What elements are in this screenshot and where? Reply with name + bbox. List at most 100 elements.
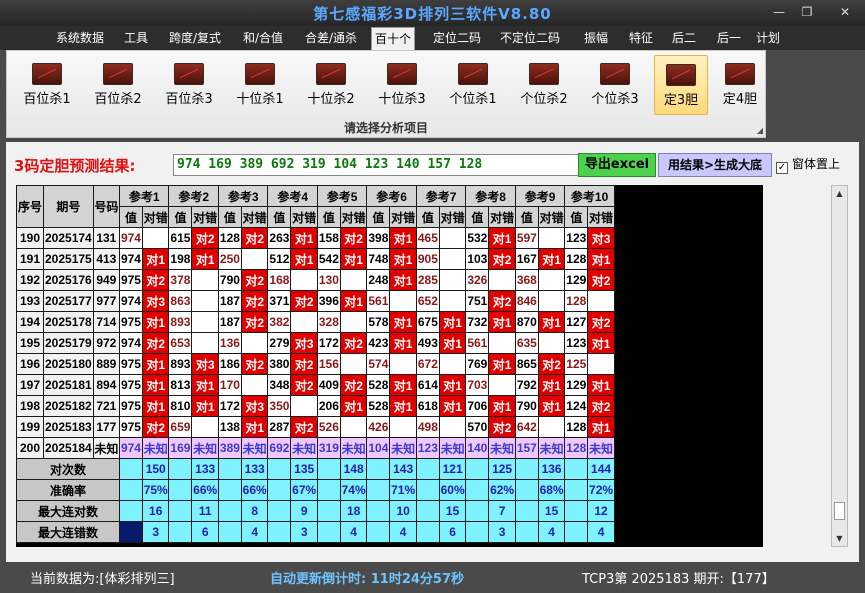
hit-result-cell: 对2	[240, 227, 269, 249]
menu-item[interactable]: 系统数据	[52, 28, 108, 48]
hit-result-cell: 对1	[438, 374, 467, 396]
ribbon-button[interactable]: 个位杀1	[441, 55, 505, 115]
hit-result-cell: 对1	[537, 311, 566, 333]
value-subheader: 值	[316, 206, 341, 228]
ribbon-caption: 请选择分析项目	[343, 121, 428, 135]
table-row[interactable]: 199 2025183 177 975 对2 659 138 对1 287 对2 526 426 498…	[16, 416, 763, 438]
row-period: 2025183	[42, 416, 94, 438]
stats-value: 71%	[389, 479, 417, 501]
hit-result-cell	[191, 290, 219, 312]
predicted-value-cell: 528	[366, 374, 391, 396]
ribbon-expand-icon[interactable]: ◢	[757, 126, 763, 135]
menu-item[interactable]: 百十个	[371, 27, 415, 50]
scroll-down-icon[interactable]: ▼	[832, 531, 847, 546]
menu-item[interactable]: 后二	[664, 28, 704, 48]
minimize-button[interactable]: —	[766, 5, 792, 19]
menu-item[interactable]: 后一	[709, 28, 749, 48]
ribbon-button[interactable]: 百位杀3	[157, 55, 221, 115]
ribbon-button-label: 个位杀2	[520, 92, 568, 107]
ribbon-button[interactable]: 十位杀2	[299, 55, 363, 115]
generate-base-button[interactable]: 用结果>生成大底	[658, 153, 772, 177]
menu-item[interactable]: 振幅	[576, 28, 616, 48]
ribbon-button[interactable]: 个位杀2	[512, 55, 576, 115]
stats-spacer-cell	[366, 458, 391, 480]
predicted-value-cell: 975	[118, 353, 143, 375]
predicted-value-cell: 328	[316, 311, 341, 333]
close-button[interactable]: ✕	[832, 5, 858, 19]
ribbon-button[interactable]: 十位杀1	[228, 55, 292, 115]
menu-item[interactable]: 特征	[621, 28, 661, 48]
menu-item[interactable]: 不定位二码	[492, 28, 568, 48]
hit-result-cell	[290, 269, 318, 291]
menu-item[interactable]: 和/合值	[236, 28, 290, 48]
predicted-value-cell: 348	[267, 374, 292, 396]
pending-row[interactable]: 200 2025184 未知 974 未知 169 未知 389 未知 692 未知 319 未知 104…	[16, 437, 763, 459]
topmost-checkbox[interactable]: ✓ 窗体置上	[776, 155, 840, 174]
row-period: 2025174	[42, 227, 94, 249]
reference-group-header: 参考9	[514, 185, 566, 207]
result-subheader: 对错	[191, 206, 219, 228]
menu-item[interactable]: 合差/通杀	[298, 28, 364, 48]
menu-item[interactable]: 工具	[118, 28, 154, 48]
table-row[interactable]: 195 2025179 972 974 对2 653 136 279 对3 172 对2 423 对1 4…	[16, 332, 763, 354]
vertical-scrollbar[interactable]: ▲ ▼	[831, 185, 848, 547]
table-row[interactable]: 198 2025182 721 975 对1 810 对1 172 对3 350 206 对1 528 对…	[16, 395, 763, 417]
predicted-value-cell: 426	[366, 416, 391, 438]
table-row[interactable]: 191 2025175 413 974 对1 198 对1 250 512 对1 542 对1 748 对…	[16, 248, 763, 270]
pending-value-cell: 140	[465, 437, 490, 459]
stats-spacer-cell	[316, 458, 341, 480]
hit-result-cell: 对2	[339, 227, 368, 249]
menu-item[interactable]: 计划	[753, 28, 783, 48]
stats-label: 最大连错数	[16, 521, 120, 543]
chart-icon	[387, 63, 417, 85]
ribbon-button[interactable]: 百位杀2	[86, 55, 150, 115]
pending-value-cell: 692	[267, 437, 292, 459]
stats-value: 4	[587, 521, 615, 543]
hit-result-cell: 对1	[537, 248, 566, 270]
menu-item[interactable]: 跨度/复式	[162, 28, 228, 48]
stats-value: 18	[339, 500, 368, 522]
menu-bar: 系统数据 工具 跨度/复式 和/合值 合差/通杀 百十个 定位二码 不定位二码 振幅 特征 后二 后一…	[0, 26, 865, 50]
predicted-value-cell: 187	[217, 311, 242, 333]
stats-spacer-cell	[217, 500, 242, 522]
ribbon-button[interactable]: 百位杀1	[15, 55, 79, 115]
restore-button[interactable]: ❐	[794, 5, 820, 19]
scroll-up-icon[interactable]: ▲	[832, 186, 847, 201]
hit-result-cell: 对1	[141, 395, 170, 417]
ribbon-button-label: 十位杀1	[236, 92, 284, 107]
hit-result-cell: 对2	[240, 290, 269, 312]
predicted-value-cell: 974	[118, 290, 143, 312]
hit-result-cell: 对3	[587, 227, 615, 249]
table-row[interactable]: 197 2025181 894 975 对1 813 对1 170 348 对2 409 对2 528 对…	[16, 374, 763, 396]
hit-result-cell: 对1	[488, 311, 516, 333]
stats-spacer-cell	[465, 479, 490, 501]
col-header: 号码	[92, 185, 120, 228]
table-row[interactable]: 190 2025174 131 974 615 对2 128 对2 263 对1 158 对2 398 对…	[16, 227, 763, 249]
hit-result-cell: 对1	[339, 248, 368, 270]
hit-result-cell: 对2	[587, 269, 615, 291]
hit-result-cell: 对1	[141, 374, 170, 396]
predicted-value-cell: 578	[366, 311, 391, 333]
table-row[interactable]: 196 2025180 889 975 对1 893 对3 186 对2 380 对2 156 574 6…	[16, 353, 763, 375]
hit-result-cell: 对1	[587, 248, 615, 270]
scroll-thumb[interactable]	[834, 502, 845, 520]
hit-result-cell: 对2	[290, 374, 318, 396]
ribbon-button[interactable]: 定4胆	[713, 55, 767, 115]
table-row[interactable]: 193 2025177 977 974 对3 863 187 对2 371 对2 396 对1 561 6…	[16, 290, 763, 312]
ribbon-button[interactable]: 个位杀3	[583, 55, 647, 115]
table-row[interactable]: 192 2025176 949 975 对2 378 790 对2 168 130 248 对1 285…	[16, 269, 763, 291]
prediction-result-field[interactable]: 974 169 389 692 319 104 123 140 157 128	[173, 154, 579, 176]
predicted-value-cell: 570	[465, 416, 490, 438]
chart-icon	[529, 63, 559, 85]
export-excel-button[interactable]: 导出excel	[578, 153, 656, 177]
predicted-value-cell: 186	[217, 353, 242, 375]
table-row[interactable]: 194 2025178 714 975 对1 893 187 对2 382 328 578 对1 675…	[16, 311, 763, 333]
predicted-value-cell: 380	[267, 353, 292, 375]
ribbon-button[interactable]: 十位杀3	[370, 55, 434, 115]
stats-spacer-cell	[465, 458, 490, 480]
hit-result-cell	[339, 353, 368, 375]
ribbon-button-label: 定3胆	[663, 93, 699, 108]
ribbon-button[interactable]: 定3胆	[654, 55, 708, 115]
menu-item[interactable]: 定位二码	[427, 28, 487, 48]
predicted-value-cell: 125	[564, 353, 589, 375]
